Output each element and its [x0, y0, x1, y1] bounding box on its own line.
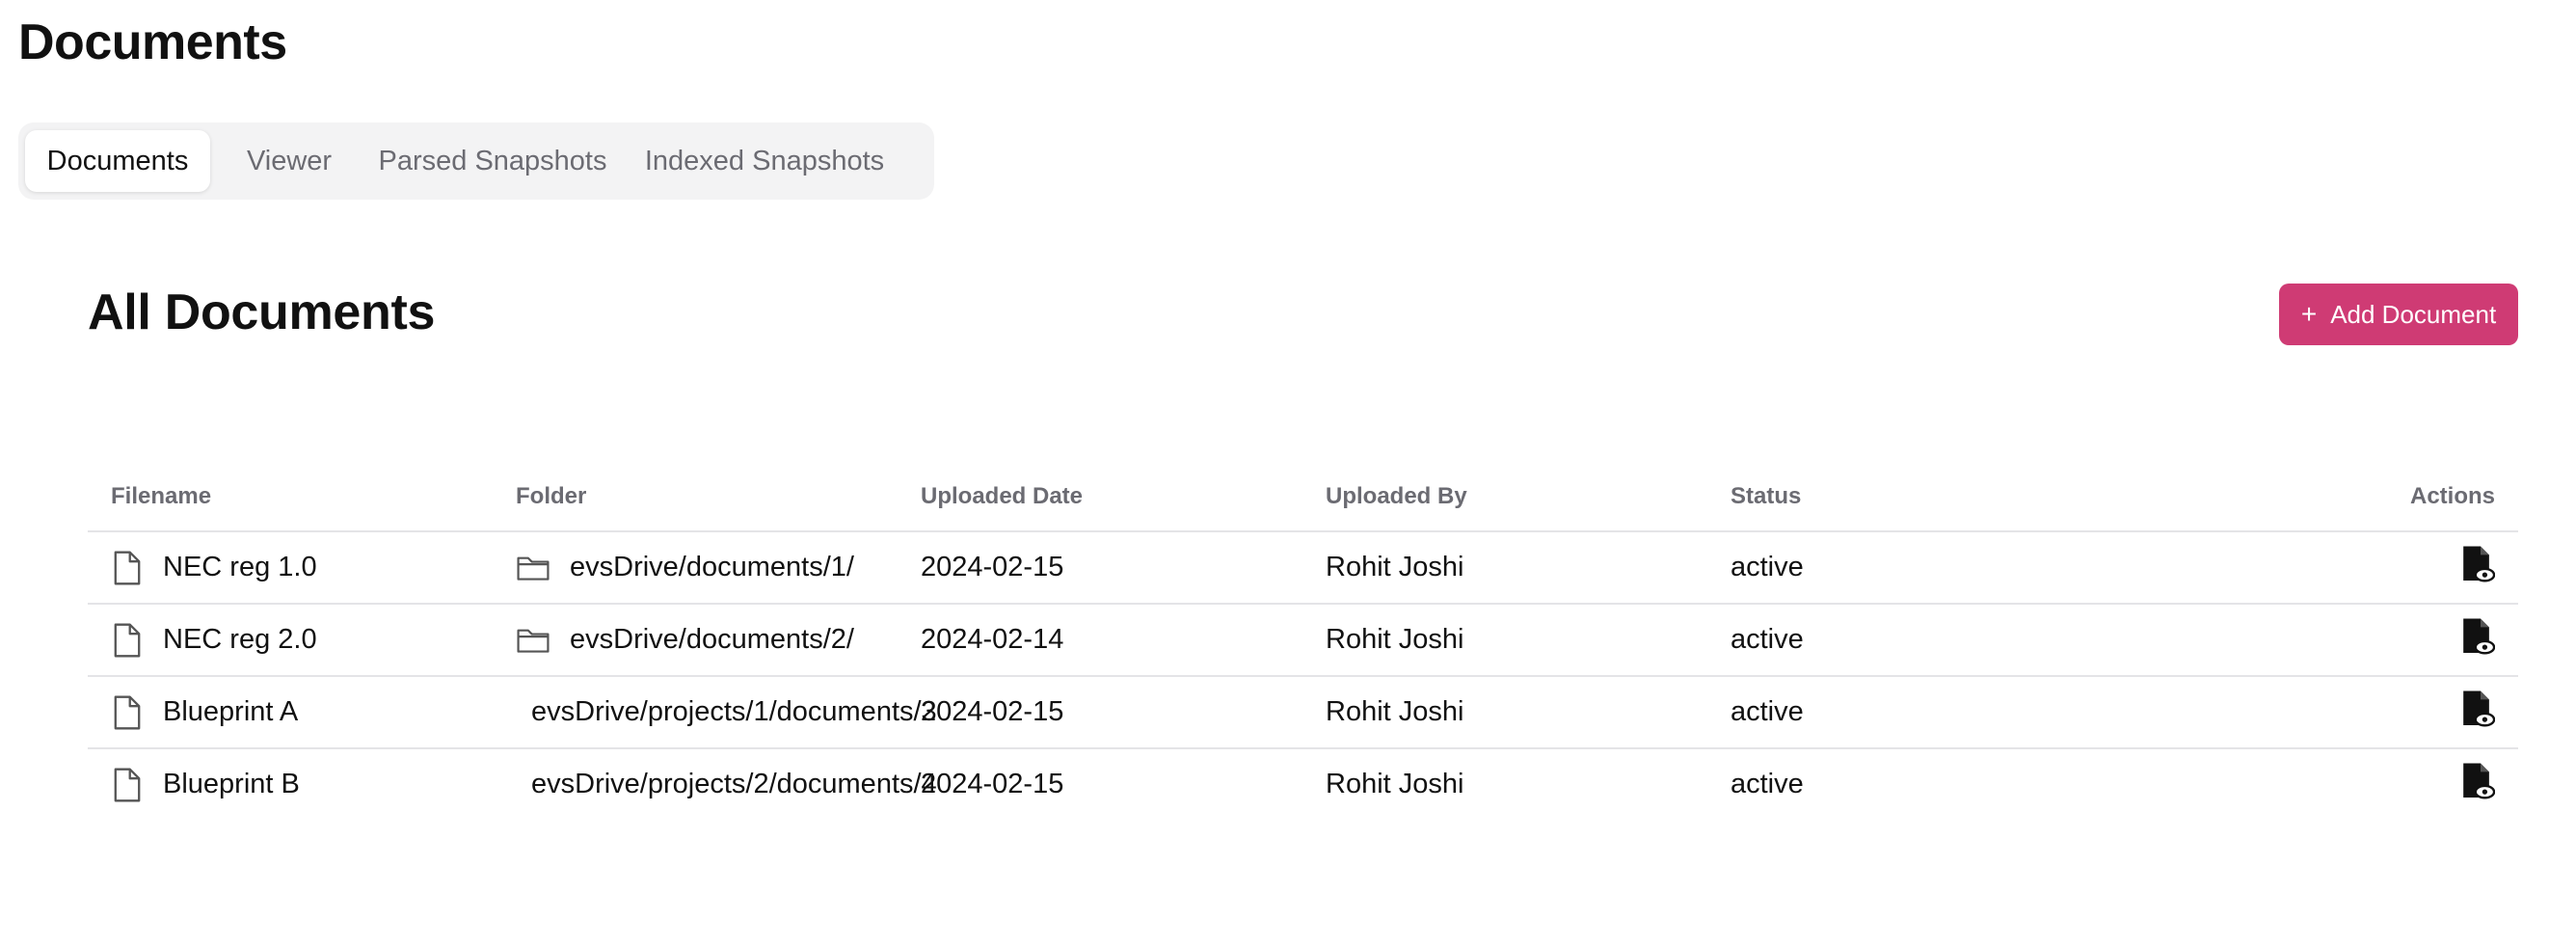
folder-cell: evsDrive/projects/1/documents/3 [493, 676, 937, 749]
actions-cell [2112, 531, 2518, 605]
filename-text[interactable]: NEC reg 2.0 [163, 624, 317, 656]
status-cell: active [1707, 676, 2112, 749]
folder-text: evsDrive/projects/1/documents/3 [531, 696, 937, 727]
folder-cell: evsDrive/documents/1/ [493, 531, 898, 605]
add-document-button[interactable]: + Add Document [2279, 284, 2518, 345]
filename-text[interactable]: NEC reg 1.0 [163, 552, 317, 583]
uploader-cell: Rohit Joshi [1302, 676, 1707, 749]
folder-text: evsDrive/projects/2/documents/4 [531, 769, 937, 799]
view-file-icon[interactable] [2460, 617, 2495, 656]
header-folder[interactable]: Folder [493, 463, 898, 532]
folder-cell: evsDrive/projects/2/documents/4 [493, 748, 937, 820]
date-cell: 2024-02-14 [898, 604, 1302, 677]
status-cell: active [1707, 604, 2112, 677]
folder-icon [516, 626, 550, 655]
file-icon [111, 694, 144, 731]
header-status[interactable]: Status [1707, 463, 2112, 532]
actions-cell [2112, 604, 2518, 677]
file-icon [111, 550, 144, 586]
add-document-label: Add Document [2330, 299, 2497, 329]
filename-text[interactable]: Blueprint A [163, 696, 298, 728]
header-uploaded-by[interactable]: Uploaded By [1302, 463, 1707, 532]
tab-viewer[interactable]: Viewer [210, 130, 368, 192]
section-title: All Documents [88, 284, 436, 340]
documents-table: Filename Folder Uploaded Date Uploaded B… [88, 463, 2518, 820]
header-actions: Actions [2112, 463, 2518, 532]
tab-documents[interactable]: Documents [25, 130, 210, 192]
page-title: Documents [18, 14, 287, 70]
file-icon [111, 767, 144, 803]
filename-cell: Blueprint A [88, 676, 493, 749]
filename-cell: NEC reg 2.0 [88, 604, 493, 677]
folder-cell: evsDrive/documents/2/ [493, 604, 898, 677]
actions-cell [2112, 676, 2518, 749]
filename-text[interactable]: Blueprint B [163, 769, 300, 800]
folder-text: evsDrive/documents/1/ [570, 552, 854, 582]
view-file-icon[interactable] [2460, 762, 2495, 800]
view-file-icon[interactable] [2460, 690, 2495, 728]
uploader-cell: Rohit Joshi [1326, 769, 1464, 799]
date-cell: 2024-02-15 [898, 531, 1302, 605]
actions-cell [2112, 748, 2518, 820]
table-row[interactable]: NEC reg 2.0 evsDrive/documents/2/ 2024-0… [88, 604, 2518, 677]
plus-icon: + [2300, 299, 2318, 329]
date-cell: 2024-02-15 [898, 676, 1302, 749]
folder-text: evsDrive/documents/2/ [570, 624, 854, 655]
header-filename[interactable]: Filename [88, 463, 493, 532]
status-cell: active [1731, 769, 1804, 799]
date-cell: 2024-02-15 [921, 769, 1064, 799]
table-header-row: Filename Folder Uploaded Date Uploaded B… [88, 463, 2518, 532]
status-cell: active [1707, 531, 2112, 605]
table-row[interactable]: Blueprint B evsDrive/projects/2/document… [88, 748, 2518, 820]
table-row[interactable]: Blueprint A evsDrive/projects/1/document… [88, 676, 2518, 749]
tab-parsed-snapshots[interactable]: Parsed Snapshots [368, 130, 617, 192]
tab-bar: Documents Viewer Parsed Snapshots Indexe… [18, 122, 934, 200]
header-uploaded-date[interactable]: Uploaded Date [898, 463, 1302, 532]
uploader-cell: Rohit Joshi [1302, 604, 1707, 677]
table-row[interactable]: NEC reg 1.0 evsDrive/documents/1/ 2024-0… [88, 531, 2518, 605]
folder-icon [516, 554, 550, 582]
file-icon [111, 622, 144, 659]
filename-cell: Blueprint B [88, 748, 493, 820]
view-file-icon[interactable] [2460, 545, 2495, 583]
filename-cell: NEC reg 1.0 [88, 531, 493, 605]
uploader-cell: Rohit Joshi [1302, 531, 1707, 605]
tab-indexed-snapshots[interactable]: Indexed Snapshots [617, 130, 912, 192]
